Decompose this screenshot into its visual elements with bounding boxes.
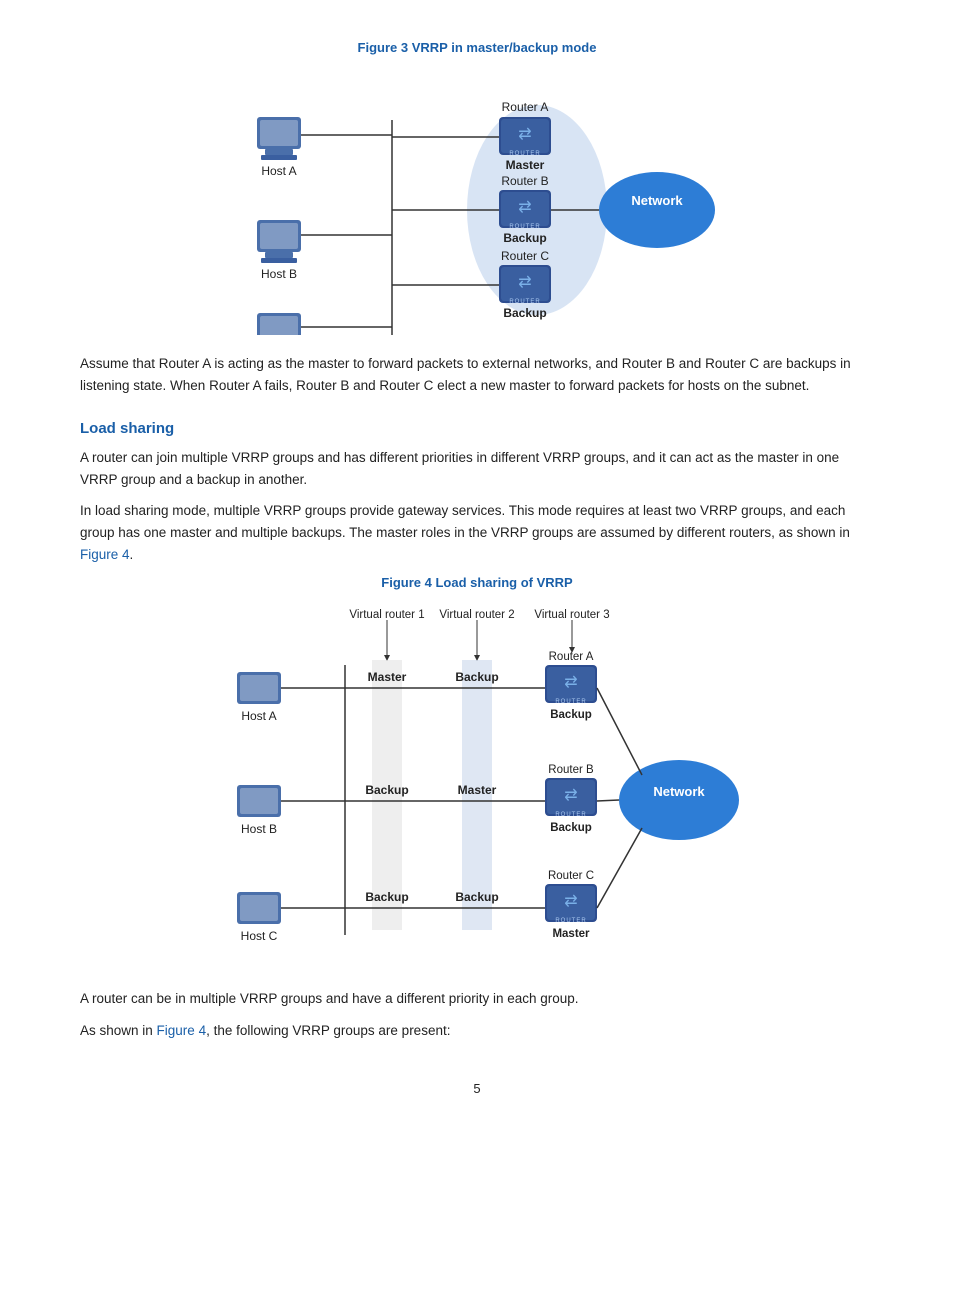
routerC-fig4-label: Router C bbox=[548, 870, 594, 882]
hostA-backup-label: Backup bbox=[455, 670, 498, 684]
svg-text:Master: Master bbox=[506, 158, 545, 172]
figure3-title: Figure 3 VRRP in master/backup mode bbox=[80, 40, 874, 55]
routerA-fig4-label: Router A bbox=[549, 651, 594, 663]
network-fig4-label: Network bbox=[653, 784, 705, 799]
hostC-fig4-label: Host C bbox=[241, 929, 278, 943]
page-number: 5 bbox=[80, 1081, 874, 1096]
svg-text:Router A: Router A bbox=[502, 100, 549, 114]
vr3-label: Virtual router 3 bbox=[534, 609, 609, 621]
hostC-backup1-label: Backup bbox=[365, 890, 408, 904]
svg-text:⇄: ⇄ bbox=[564, 893, 577, 910]
hostB-label: Host B bbox=[261, 267, 297, 281]
figure3-section: Figure 3 VRRP in master/backup mode Host… bbox=[80, 40, 874, 335]
load-sharing-para2: In load sharing mode, multiple VRRP grou… bbox=[80, 500, 874, 565]
routerB-fig4-role: Backup bbox=[550, 822, 592, 834]
load-sharing-heading: Load sharing bbox=[80, 420, 874, 437]
figure4-link[interactable]: Figure 4 bbox=[80, 547, 130, 562]
figure3-svg: Host A Host B Host C bbox=[217, 65, 737, 335]
hostA-fig4-label: Host A bbox=[241, 709, 276, 723]
hostB-master-label: Master bbox=[458, 783, 497, 797]
figure4-link-2[interactable]: Figure 4 bbox=[157, 1023, 207, 1038]
svg-text:⇄: ⇄ bbox=[518, 199, 531, 216]
hostB-backup-label: Backup bbox=[365, 783, 408, 797]
svg-text:Backup: Backup bbox=[503, 231, 546, 245]
routerC-fig4-role: Master bbox=[552, 928, 590, 940]
svg-text:Router C: Router C bbox=[501, 249, 549, 263]
figure4-title: Figure 4 Load sharing of VRRP bbox=[80, 575, 874, 590]
figure4-diagram: Virtual router 1 Virtual router 2 Virtua… bbox=[80, 600, 874, 970]
svg-text:⇄: ⇄ bbox=[564, 787, 577, 804]
hostB-fig4-label: Host B bbox=[241, 822, 277, 836]
svg-text:Router B: Router B bbox=[501, 174, 548, 188]
svg-text:ROUTER: ROUTER bbox=[555, 699, 586, 705]
svg-text:ROUTER: ROUTER bbox=[509, 299, 540, 305]
svg-text:ROUTER: ROUTER bbox=[509, 151, 540, 157]
figure3-paragraph: Assume that Router A is acting as the ma… bbox=[80, 353, 874, 396]
svg-text:ROUTER: ROUTER bbox=[555, 812, 586, 818]
load-sharing-para1: A router can join multiple VRRP groups a… bbox=[80, 447, 874, 490]
routerA-fig4-role: Backup bbox=[550, 709, 592, 721]
hostA-master-label: Master bbox=[368, 670, 407, 684]
para-after-fig4-1: A router can be in multiple VRRP groups … bbox=[80, 988, 874, 1010]
figure4-svg: Virtual router 1 Virtual router 2 Virtua… bbox=[197, 600, 757, 970]
svg-text:⇄: ⇄ bbox=[518, 126, 531, 143]
hostA-label: Host A bbox=[261, 164, 296, 178]
svg-text:⇄: ⇄ bbox=[564, 674, 577, 691]
svg-text:Network: Network bbox=[631, 193, 683, 208]
vr1-label: Virtual router 1 bbox=[349, 609, 424, 621]
svg-text:Backup: Backup bbox=[503, 306, 546, 320]
load-sharing-section: Load sharing A router can join multiple … bbox=[80, 420, 874, 565]
svg-text:⇄: ⇄ bbox=[518, 274, 531, 291]
hostC-backup2-label: Backup bbox=[455, 890, 498, 904]
figure4-section: Figure 4 Load sharing of VRRP Virtual ro… bbox=[80, 575, 874, 970]
svg-text:ROUTER: ROUTER bbox=[509, 224, 540, 230]
svg-text:ROUTER: ROUTER bbox=[555, 918, 586, 924]
figure3-diagram: Host A Host B Host C bbox=[80, 65, 874, 335]
vr2-label: Virtual router 2 bbox=[439, 609, 514, 621]
routerB-fig4-label: Router B bbox=[548, 764, 594, 776]
para-after-fig4-2: As shown in Figure 4, the following VRRP… bbox=[80, 1020, 874, 1042]
